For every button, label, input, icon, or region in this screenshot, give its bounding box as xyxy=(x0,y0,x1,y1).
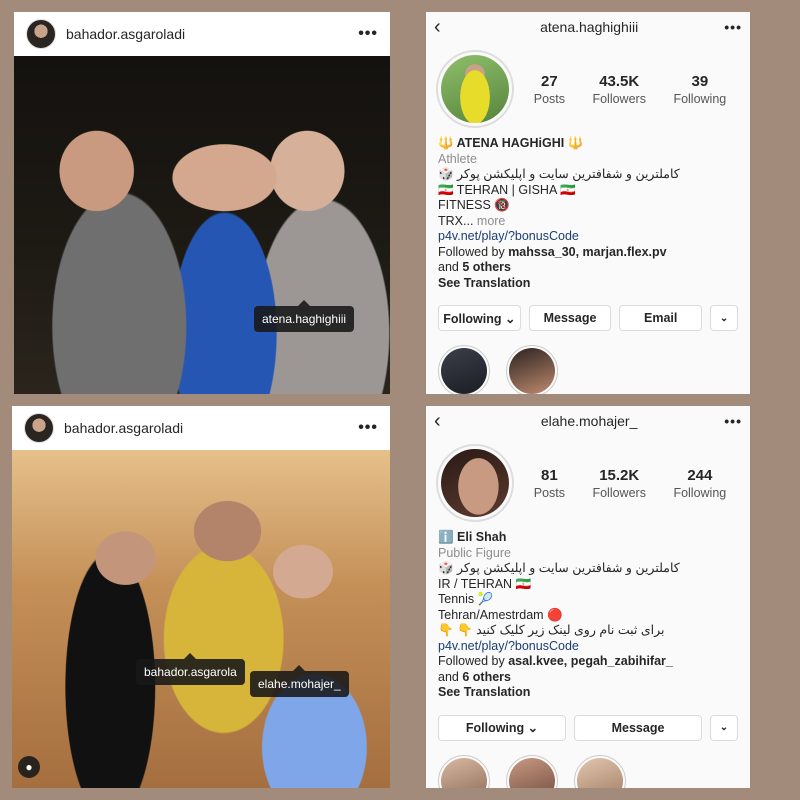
profile-bio: ℹ️ Eli Shah Public Figure کاملترین و شفا… xyxy=(426,524,750,701)
see-translation-link[interactable]: See Translation xyxy=(438,685,738,701)
following-button[interactable]: Following ⌄ xyxy=(438,305,521,331)
bio-line: برای ثبت نام روی لینک زیر کلیک کنید 👇 👇 xyxy=(438,623,665,637)
chevron-down-icon[interactable]: ⌄ xyxy=(710,305,739,331)
stat-label: Posts xyxy=(533,485,565,500)
message-button[interactable]: Message xyxy=(574,714,702,741)
post-username[interactable]: bahador.asgaroladi xyxy=(64,420,358,436)
more-options-icon[interactable]: ••• xyxy=(724,19,742,35)
story-highlights xyxy=(426,741,750,788)
bio-line: کاملترین و شفافترین سایت و اپلیکشن پوکر … xyxy=(438,167,680,181)
profile-bio: 🔱 ATENA HAGHiGHI 🔱 Athlete کاملترین و شف… xyxy=(426,130,750,291)
followed-by-others[interactable]: and 5 others xyxy=(438,260,738,276)
see-translation-link[interactable]: See Translation xyxy=(438,276,738,292)
profile-actions: Following ⌄ Message Email ⌄ xyxy=(426,305,750,331)
stat-number: 81 xyxy=(541,466,558,484)
stat-number: 244 xyxy=(687,466,713,484)
avatar[interactable] xyxy=(26,19,56,49)
followed-users: mahssa_30, marjan.flex.pv xyxy=(508,244,667,259)
stat-following[interactable]: 244 Following xyxy=(673,467,726,500)
stat-following[interactable]: 39 Following xyxy=(673,73,726,106)
profile-stats-row: 81 Posts 15.2K Followers 244 Following xyxy=(426,436,750,524)
story-highlight[interactable] xyxy=(438,754,490,788)
profile-panel-2: ‹ elahe.mohajer_ ••• 81 Posts 15.2K Foll… xyxy=(426,406,750,788)
story-highlights xyxy=(426,331,750,394)
email-button[interactable]: Email xyxy=(619,305,703,331)
followed-prefix: Followed by xyxy=(438,654,505,668)
story-highlight[interactable] xyxy=(574,754,626,788)
profile-username: atena.haghighiii xyxy=(540,19,639,35)
stat-number: 43.5K xyxy=(599,72,640,90)
stat-label: Following xyxy=(673,91,727,106)
profile-header: ‹ atena.haghighiii ••• xyxy=(426,12,750,42)
story-highlight[interactable] xyxy=(506,345,558,394)
post-username[interactable]: bahador.asgaroladi xyxy=(66,26,358,42)
more-link[interactable]: more xyxy=(477,214,505,228)
followed-users: asal.kvee, pegah_zabihifar_ xyxy=(508,654,673,668)
profile-panel-1: ‹ atena.haghighiii ••• 27 Posts 43.5K Fo… xyxy=(426,12,750,394)
profile-avatar[interactable] xyxy=(436,444,514,522)
more-options-icon[interactable]: ••• xyxy=(358,25,378,43)
stat-label: Followers xyxy=(592,91,646,106)
followed-others: 6 others xyxy=(462,669,511,684)
category-label: Public Figure xyxy=(438,545,511,560)
followed-and: and xyxy=(438,669,459,684)
bio-line: Tennis 🎾 xyxy=(438,592,494,606)
stat-label: Followers xyxy=(592,485,646,500)
followed-and: and xyxy=(438,260,459,274)
stat-number: 15.2K xyxy=(599,466,640,484)
user-tag[interactable]: elahe.mohajer_ xyxy=(250,665,349,697)
bio-link[interactable]: p4v.net/play/?bonusCode xyxy=(438,229,738,245)
post-header: bahador.asgaroladi ••• xyxy=(14,12,390,56)
more-options-icon[interactable]: ••• xyxy=(358,419,378,437)
post-header: bahador.asgaroladi ••• xyxy=(12,406,390,450)
stat-posts[interactable]: 27 Posts xyxy=(534,73,565,106)
back-icon[interactable]: ‹ xyxy=(434,16,454,39)
post-panel-2: bahador.asgaroladi ••• bahador.asgarola … xyxy=(12,406,390,788)
followed-by[interactable]: Followed by asal.kvee, pegah_zabihifar_ xyxy=(438,654,738,670)
bio-line: FITNESS 🔞 xyxy=(438,198,510,212)
stat-label: Posts xyxy=(533,91,565,106)
user-tag[interactable]: atena.haghighiii xyxy=(254,300,355,332)
story-highlight[interactable] xyxy=(506,754,558,788)
followed-prefix: Followed by xyxy=(438,244,505,259)
stat-posts[interactable]: 81 Posts xyxy=(534,467,565,500)
following-button[interactable]: Following ⌄ xyxy=(438,714,566,741)
story-highlight[interactable] xyxy=(438,345,490,394)
bio-line: IR / TEHRAN 🇮🇷 xyxy=(438,576,532,591)
stat-number: 27 xyxy=(541,72,558,90)
back-icon[interactable]: ‹ xyxy=(434,410,454,433)
followed-by-others[interactable]: and 6 others xyxy=(438,670,738,686)
profile-avatar[interactable] xyxy=(436,50,514,128)
display-name: 🔱 ATENA HAGHiGHI 🔱 xyxy=(438,136,584,150)
bio-link[interactable]: p4v.net/play/?bonusCode xyxy=(438,639,738,655)
chevron-down-icon[interactable]: ⌄ xyxy=(710,714,738,741)
profile-actions: Following ⌄ Message ⌄ xyxy=(426,714,750,741)
category-label: Athlete xyxy=(438,151,477,166)
stat-followers[interactable]: 43.5K Followers xyxy=(592,73,646,106)
post-photo[interactable]: atena.haghighiii xyxy=(14,56,390,394)
post-panel-1: bahador.asgaroladi ••• atena.haghighiii xyxy=(14,12,390,394)
stat-label: Following xyxy=(673,485,727,500)
stat-followers[interactable]: 15.2K Followers xyxy=(592,467,646,500)
bio-line: TRX... more xyxy=(438,214,738,230)
profile-stats-row: 27 Posts 43.5K Followers 39 Following xyxy=(426,42,750,130)
more-options-icon[interactable]: ••• xyxy=(724,413,742,429)
post-photo[interactable]: bahador.asgarola elahe.mohajer_ ● xyxy=(12,450,390,788)
display-name: ℹ️ Eli Shah xyxy=(438,530,507,544)
followed-by[interactable]: Followed by mahssa_30, marjan.flex.pv xyxy=(438,245,738,261)
profile-header: ‹ elahe.mohajer_ ••• xyxy=(426,406,750,436)
tagged-users-icon[interactable]: ● xyxy=(18,756,40,778)
bio-text: TRX... xyxy=(438,213,474,228)
followed-others: 5 others xyxy=(462,260,511,274)
bio-line: 🇮🇷 TEHRAN | GISHA 🇮🇷 xyxy=(438,182,576,197)
avatar[interactable] xyxy=(24,413,54,443)
message-button[interactable]: Message xyxy=(528,305,612,331)
profile-username: elahe.mohajer_ xyxy=(540,413,638,429)
user-tag[interactable]: bahador.asgarola xyxy=(136,653,245,685)
bio-line: Tehran/Amestrdam 🔴 xyxy=(438,607,563,622)
bio-line: کاملترین و شفافترین سایت و اپلیکشن پوکر … xyxy=(438,561,680,575)
stat-number: 39 xyxy=(691,72,709,90)
